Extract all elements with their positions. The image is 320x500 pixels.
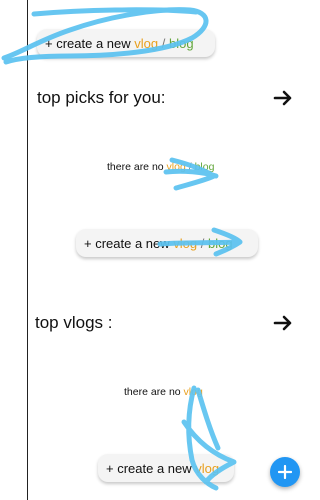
create-button-vlog: vlog bbox=[195, 460, 220, 476]
create-button-vlog: vlog bbox=[134, 35, 159, 51]
create-button-blog: blog bbox=[169, 35, 194, 51]
create-button-slash: / bbox=[200, 235, 205, 251]
top-vlogs-title: top vlogs : bbox=[35, 313, 113, 332]
top-picks-empty-message: there are no vlog / blog bbox=[107, 161, 214, 173]
empty-message-prefix: there are no bbox=[107, 161, 164, 173]
create-button-vlog: vlog bbox=[173, 235, 198, 251]
add-fab-button[interactable] bbox=[270, 457, 300, 487]
top-vlogs-empty-message: there are no vlog bbox=[124, 386, 203, 398]
plus-icon bbox=[278, 465, 292, 479]
create-post-button[interactable]: + create a new vlog / blog bbox=[37, 29, 215, 57]
create-button-prefix: + create a new bbox=[106, 460, 192, 476]
create-button-slash: / bbox=[161, 35, 166, 51]
empty-message-prefix: there are no bbox=[124, 386, 181, 398]
empty-message-slash: / bbox=[188, 161, 192, 173]
arrow-right-icon[interactable] bbox=[273, 88, 293, 108]
arrow-right-icon[interactable] bbox=[273, 313, 293, 333]
create-button-prefix: + create a new bbox=[45, 35, 131, 51]
create-button-prefix: + create a new bbox=[84, 235, 170, 251]
empty-message-vlog: vlog bbox=[183, 386, 203, 398]
left-divider-line bbox=[27, 0, 28, 500]
empty-message-vlog: vlog bbox=[166, 161, 186, 173]
top-picks-create-button[interactable]: + create a new vlog / blog bbox=[76, 229, 258, 257]
top-picks-title: top picks for you: bbox=[37, 88, 166, 107]
empty-message-blog: blog bbox=[194, 161, 215, 173]
top-vlogs-create-button[interactable]: + create a new vlog bbox=[98, 454, 234, 482]
create-button-blog: blog bbox=[208, 235, 233, 251]
